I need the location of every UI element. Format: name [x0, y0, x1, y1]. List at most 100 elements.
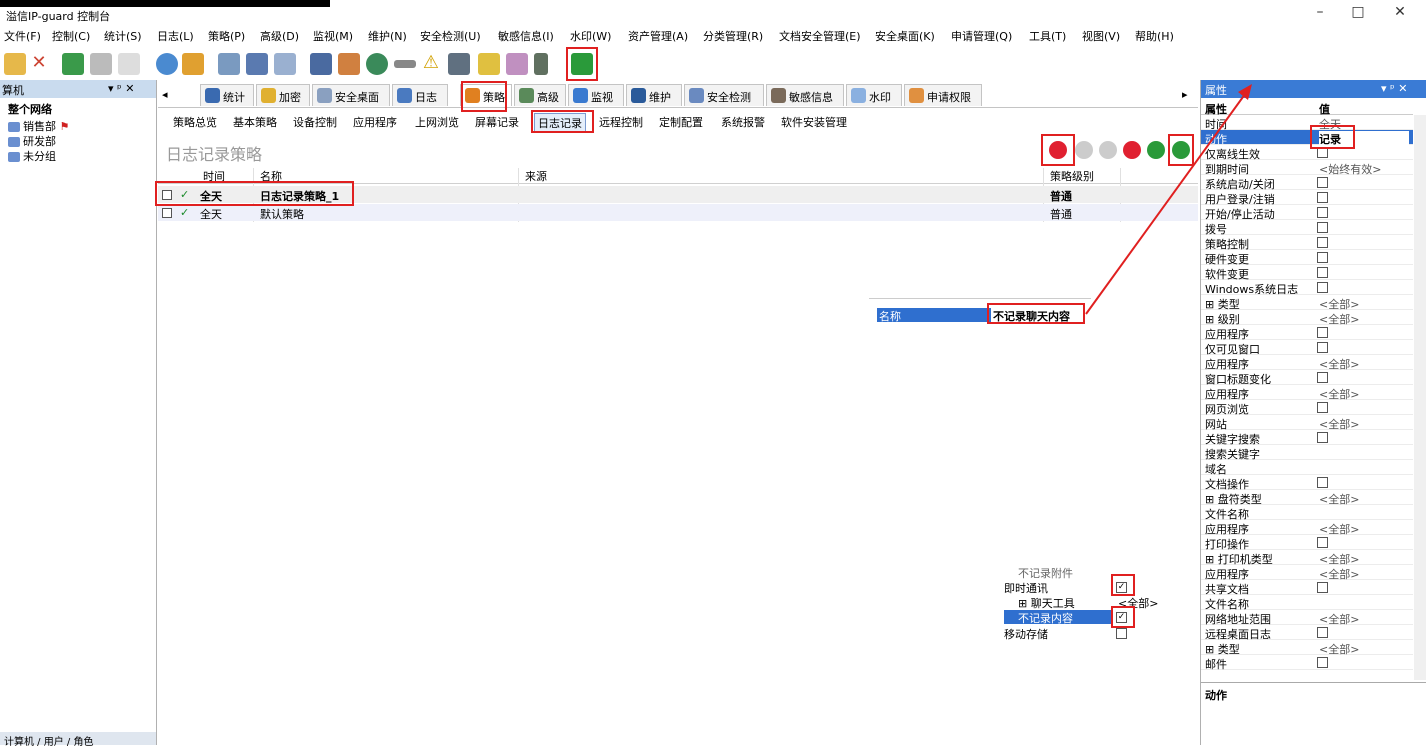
- left-panel-tabs[interactable]: 计算机 / 用户 / 角色: [0, 732, 156, 748]
- subtab-screen[interactable]: 屏幕记录: [472, 113, 522, 131]
- property-checkbox[interactable]: [1317, 327, 1328, 338]
- menu-classify[interactable]: 分类管理(R): [703, 28, 763, 44]
- im-checkbox[interactable]: ✓: [1116, 582, 1127, 593]
- delete-icon[interactable]: ✕: [28, 53, 50, 75]
- print-icon[interactable]: [90, 53, 112, 75]
- property-checkbox[interactable]: [1317, 372, 1328, 383]
- property-row[interactable]: 域名: [1201, 460, 1413, 476]
- property-checkbox[interactable]: [1317, 627, 1328, 638]
- tab-encrypt[interactable]: 加密: [256, 84, 310, 106]
- tab-advanced[interactable]: 高级: [514, 84, 566, 106]
- menu-log[interactable]: 日志(L): [157, 28, 194, 44]
- subtab-install[interactable]: 软件安装管理: [778, 113, 850, 131]
- warning-icon[interactable]: ⚠: [420, 53, 442, 75]
- menu-file[interactable]: 文件(F): [4, 28, 41, 44]
- property-checkbox[interactable]: [1317, 342, 1328, 353]
- maximize-button[interactable]: □: [1343, 4, 1373, 24]
- subtab-alarm[interactable]: 系统报警: [718, 113, 768, 131]
- property-row[interactable]: 关键字搜索: [1201, 430, 1413, 446]
- subtab-application[interactable]: 应用程序: [350, 113, 400, 131]
- menu-security[interactable]: 安全检测(U): [420, 28, 481, 44]
- row-checkbox[interactable]: [162, 206, 172, 219]
- property-checkbox[interactable]: [1317, 582, 1328, 593]
- property-row[interactable]: 网站 <全部>: [1201, 415, 1413, 431]
- tab-policy[interactable]: 策略: [460, 84, 512, 106]
- property-row[interactable]: 应用程序 <全部>: [1201, 385, 1413, 401]
- property-checkbox[interactable]: [1317, 252, 1328, 263]
- add-icon[interactable]: [1049, 141, 1067, 159]
- name-input[interactable]: 不记录聊天内容: [991, 308, 1089, 323]
- property-row[interactable]: 打印操作: [1201, 535, 1413, 551]
- new-icon[interactable]: [4, 53, 26, 75]
- property-panel-pin[interactable]: ▾ ᵖ ✕: [1381, 82, 1407, 95]
- property-checkbox[interactable]: [1317, 402, 1328, 413]
- property-checkbox[interactable]: [1317, 237, 1328, 248]
- property-row[interactable]: ⊞ 打印机类型 <全部>: [1201, 550, 1413, 566]
- property-checkbox[interactable]: [1317, 477, 1328, 488]
- property-row[interactable]: 文档操作: [1201, 475, 1413, 491]
- menu-asset[interactable]: 资产管理(A): [628, 28, 688, 44]
- preview-icon[interactable]: [118, 53, 140, 75]
- earth-icon[interactable]: [366, 53, 388, 75]
- menu-desktop[interactable]: 安全桌面(K): [875, 28, 935, 44]
- book-icon[interactable]: [448, 53, 470, 75]
- edit-icon[interactable]: [506, 53, 528, 75]
- usb-checkbox[interactable]: [1116, 628, 1127, 639]
- menu-stats[interactable]: 统计(S): [104, 28, 142, 44]
- folder-icon[interactable]: [182, 53, 204, 75]
- property-row[interactable]: ⊞ 盘符类型 <全部>: [1201, 490, 1413, 506]
- computers-icon[interactable]: [218, 53, 240, 75]
- property-row[interactable]: 远程桌面日志: [1201, 625, 1413, 641]
- property-row[interactable]: 应用程序 <全部>: [1201, 520, 1413, 536]
- property-row[interactable]: ⊞ 类型 <全部>: [1201, 640, 1413, 656]
- tab-sensitive[interactable]: 敏感信息: [766, 84, 844, 106]
- property-checkbox[interactable]: [1317, 192, 1328, 203]
- property-checkbox[interactable]: [1317, 177, 1328, 188]
- menu-control[interactable]: 控制(C): [52, 28, 90, 44]
- network-icon[interactable]: [310, 53, 332, 75]
- disk-icon[interactable]: [394, 60, 416, 68]
- device-icon[interactable]: [534, 53, 548, 75]
- property-row[interactable]: 搜索关键字: [1201, 445, 1413, 461]
- col-source[interactable]: 来源: [525, 168, 547, 184]
- subtab-custom[interactable]: 定制配置: [656, 113, 706, 131]
- refresh-icon[interactable]: [571, 53, 593, 75]
- chat-tool-value[interactable]: <全部>: [1118, 595, 1158, 611]
- subtab-basic[interactable]: 基本策略: [230, 113, 280, 131]
- screen-icon[interactable]: [274, 53, 296, 75]
- subtab-overview[interactable]: 策略总览: [170, 113, 220, 131]
- tab-watermark[interactable]: 水印: [846, 84, 902, 106]
- minimize-button[interactable]: –: [1305, 4, 1335, 24]
- monitor-icon[interactable]: [246, 53, 268, 75]
- tab-log[interactable]: 日志: [392, 84, 448, 106]
- property-checkbox[interactable]: [1317, 207, 1328, 218]
- property-checkbox[interactable]: [1317, 267, 1328, 278]
- col-time[interactable]: 时间: [203, 168, 225, 184]
- property-row[interactable]: 共享文档: [1201, 580, 1413, 596]
- menu-docsec[interactable]: 文档安全管理(E): [779, 28, 861, 44]
- row-checkbox[interactable]: [162, 188, 172, 201]
- tab-stats[interactable]: 统计: [200, 84, 254, 106]
- tab-maintain[interactable]: 维护: [626, 84, 682, 106]
- table-row[interactable]: ✓ 全天 日志记录策略_1 普通: [158, 186, 1198, 203]
- property-row[interactable]: 文件名称: [1201, 505, 1413, 521]
- import-icon[interactable]: [62, 53, 84, 75]
- globe-icon[interactable]: [156, 53, 178, 75]
- menu-view[interactable]: 视图(V): [1082, 28, 1120, 44]
- property-row[interactable]: 应用程序: [1201, 325, 1413, 341]
- property-row[interactable]: 窗口标题变化: [1201, 370, 1413, 386]
- tree-root[interactable]: 整个网络: [8, 101, 52, 117]
- property-row[interactable]: 应用程序 <全部>: [1201, 565, 1413, 581]
- lock-icon[interactable]: [478, 53, 500, 75]
- subtab-device[interactable]: 设备控制: [290, 113, 340, 131]
- tree-item-rnd[interactable]: 研发部: [8, 133, 56, 149]
- subtab-web[interactable]: 上网浏览: [412, 113, 462, 131]
- menu-sensitive[interactable]: 敏感信息(I): [498, 28, 554, 44]
- tab-secure-desktop[interactable]: 安全桌面: [312, 84, 390, 106]
- left-panel-pin[interactable]: ▾ ᵖ ✕: [108, 82, 134, 95]
- menu-help[interactable]: 帮助(H): [1135, 28, 1174, 44]
- property-checkbox[interactable]: [1317, 282, 1328, 293]
- menu-apply[interactable]: 申请管理(Q): [951, 28, 1012, 44]
- property-checkbox[interactable]: [1317, 147, 1328, 158]
- subtab-remote[interactable]: 远程控制: [596, 113, 646, 131]
